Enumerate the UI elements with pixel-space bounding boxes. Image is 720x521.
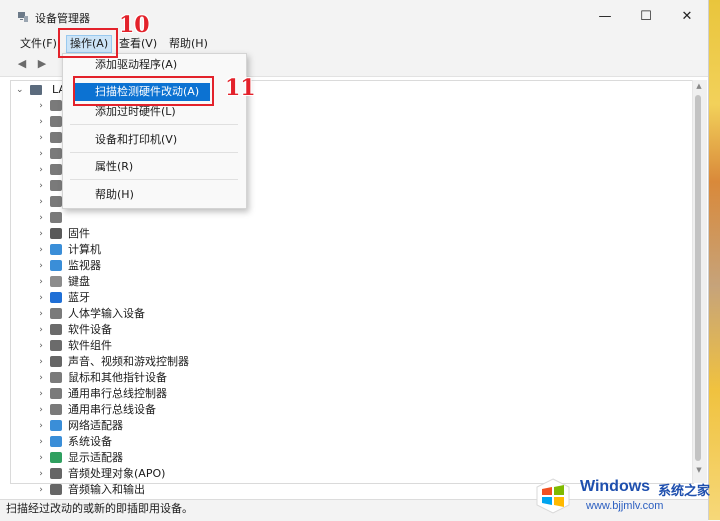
hid-icon <box>50 308 62 319</box>
tree-item-label: 音频输入和输出 <box>68 483 145 496</box>
scroll-down-icon[interactable]: ▼ <box>694 466 704 476</box>
menu-separator <box>70 124 238 125</box>
tree-item-label: 计算机 <box>68 243 101 256</box>
device-icon <box>50 180 62 191</box>
chevron-right-icon[interactable]: › <box>36 146 46 162</box>
tree-item-label: 声音、视频和游戏控制器 <box>68 355 189 368</box>
device-icon <box>50 116 62 127</box>
chevron-right-icon[interactable]: › <box>36 274 46 290</box>
software-device-icon <box>50 324 62 335</box>
windows-logo-icon <box>536 478 570 514</box>
chevron-right-icon[interactable]: › <box>36 322 46 338</box>
chevron-right-icon[interactable]: › <box>36 450 46 466</box>
menu-help[interactable]: 帮助(H) <box>166 36 211 52</box>
chevron-right-icon[interactable]: › <box>36 386 46 402</box>
tree-item-label: 鼠标和其他指针设备 <box>68 371 167 384</box>
annotation-step-10: 10 <box>119 12 150 38</box>
desktop-background <box>708 0 720 520</box>
keyboard-icon <box>50 276 62 287</box>
annotation-step-11: 11 <box>225 75 256 101</box>
software-component-icon <box>50 340 62 351</box>
menu-item-properties[interactable]: 属性(R) <box>95 158 133 176</box>
chevron-down-icon: ⌄ <box>16 85 24 95</box>
watermark-brand: Windows <box>580 478 651 495</box>
tree-item-label: 音频处理对象(APO) <box>68 467 166 480</box>
chevron-right-icon[interactable]: › <box>36 338 46 354</box>
chevron-right-icon[interactable]: › <box>36 226 46 242</box>
menu-separator <box>70 179 238 180</box>
forward-arrow-icon[interactable]: ▶ <box>35 58 49 70</box>
chevron-right-icon[interactable]: › <box>36 210 46 226</box>
device-icon <box>50 100 62 111</box>
computer-icon <box>50 244 62 255</box>
chevron-right-icon[interactable]: › <box>36 162 46 178</box>
tree-item-label: 通用串行总线控制器 <box>68 387 167 400</box>
audio-io-icon <box>50 484 62 495</box>
system-icon <box>50 436 62 447</box>
apo-icon <box>50 468 62 479</box>
tree-item-label: 蓝牙 <box>68 291 90 304</box>
chevron-right-icon[interactable]: › <box>36 258 46 274</box>
tree-item-label: 系统设备 <box>68 435 112 448</box>
device-icon <box>50 212 62 223</box>
sound-icon <box>50 356 62 367</box>
firmware-icon <box>50 228 62 239</box>
device-manager-icon <box>18 12 28 22</box>
tree-item-label: 监视器 <box>68 259 101 272</box>
watermark-url: www.bjjmlv.com <box>586 500 664 512</box>
network-icon <box>50 420 62 431</box>
tree-item-label: 软件组件 <box>68 339 112 352</box>
device-icon <box>50 196 62 207</box>
menu-file[interactable]: 文件(F) <box>17 36 60 52</box>
usb-device-icon <box>50 404 62 415</box>
scrollbar-thumb[interactable] <box>695 95 701 461</box>
chevron-right-icon[interactable]: › <box>36 194 46 210</box>
close-button[interactable]: ✕ <box>669 4 705 30</box>
scroll-up-icon[interactable]: ▲ <box>694 82 704 92</box>
annotation-box-action-menu <box>58 28 118 58</box>
menu-separator <box>70 152 238 153</box>
window-title: 设备管理器 <box>35 12 90 25</box>
tree-item-label: 固件 <box>68 227 90 240</box>
chevron-right-icon[interactable]: › <box>36 354 46 370</box>
watermark-cn: 系统之家 <box>658 484 711 499</box>
chevron-right-icon[interactable]: › <box>36 434 46 450</box>
tree-item-label: 网络适配器 <box>68 419 123 432</box>
chevron-right-icon[interactable]: › <box>36 98 46 114</box>
maximize-button[interactable]: ☐ <box>628 4 664 30</box>
device-icon <box>50 164 62 175</box>
menu-item-devices-printers[interactable]: 设备和打印机(V) <box>95 131 177 149</box>
usb-icon <box>50 388 62 399</box>
mouse-icon <box>50 372 62 383</box>
chevron-right-icon[interactable]: › <box>36 290 46 306</box>
back-arrow-icon[interactable]: ◀ <box>15 58 29 70</box>
menu-item-add-driver[interactable]: 添加驱动程序(A) <box>95 56 177 74</box>
device-icon <box>50 132 62 143</box>
minimize-button[interactable]: — <box>587 4 623 30</box>
chevron-right-icon[interactable]: › <box>36 466 46 482</box>
tree-item-label: 键盘 <box>68 275 90 288</box>
chevron-right-icon[interactable]: › <box>36 130 46 146</box>
tree-item-label: 人体学输入设备 <box>68 307 145 320</box>
tree-item-label: 软件设备 <box>68 323 112 336</box>
chevron-right-icon[interactable]: › <box>36 306 46 322</box>
chevron-right-icon[interactable]: › <box>36 178 46 194</box>
computer-root-icon <box>30 85 42 95</box>
monitor-icon <box>50 260 62 271</box>
device-icon <box>50 148 62 159</box>
tree-item-label: 显示适配器 <box>68 451 123 464</box>
bluetooth-icon <box>50 292 62 303</box>
chevron-right-icon[interactable]: › <box>36 114 46 130</box>
chevron-right-icon[interactable]: › <box>36 402 46 418</box>
menu-item-help[interactable]: 帮助(H) <box>95 186 134 204</box>
menu-view[interactable]: 查看(V) <box>116 36 160 52</box>
chevron-right-icon[interactable]: › <box>36 418 46 434</box>
chevron-right-icon[interactable]: › <box>36 370 46 386</box>
display-adapter-icon <box>50 452 62 463</box>
annotation-box-scan-item <box>73 76 214 106</box>
status-text: 扫描经过改动的或新的即插即用设备。 <box>6 502 193 515</box>
chevron-right-icon[interactable]: › <box>36 242 46 258</box>
tree-item-label: 通用串行总线设备 <box>68 403 156 416</box>
chevron-right-icon[interactable]: › <box>36 482 46 498</box>
